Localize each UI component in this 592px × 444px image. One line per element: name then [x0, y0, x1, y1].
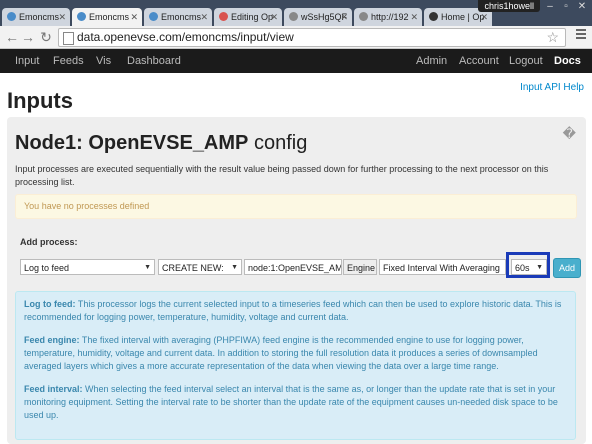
feed-engine-heading: Feed engine:	[24, 335, 80, 345]
browser-tab-label: Emoncms	[19, 12, 60, 22]
process-info-box: Log to feed: This processor logs the cur…	[15, 291, 576, 440]
browser-tab-strip: Emoncms ✕ Emoncms ✕ Emoncms ✕ Editing Op ✕ w…	[0, 0, 592, 26]
add-process-label: Add process:	[20, 237, 78, 247]
emoncms-favicon-icon	[77, 12, 86, 21]
process-intro-text: Input processes are executed sequentiall…	[15, 164, 549, 187]
close-icon[interactable]: ✕	[270, 8, 278, 26]
browser-menu-icon[interactable]	[576, 29, 586, 41]
feed-engine-text: The fixed interval with averaging (PHPFI…	[24, 335, 538, 371]
close-icon[interactable]: ✕	[200, 8, 208, 26]
browser-user-profile[interactable]: chris1howell	[478, 0, 540, 12]
interval-highlight-box	[506, 252, 550, 278]
add-process-button[interactable]: Add	[553, 258, 581, 278]
browser-tab[interactable]: Emoncms ✕	[144, 8, 212, 26]
page-icon	[63, 32, 74, 45]
close-icon[interactable]: ✕	[130, 8, 138, 26]
close-icon[interactable]: ✕	[58, 8, 66, 26]
address-bar[interactable]: data.openevse.com/emoncms/input/view ☆	[58, 28, 566, 47]
page-title: Inputs	[7, 88, 73, 113]
node-name: Node1: OpenEVSE_AMP	[15, 132, 249, 154]
emoncms-favicon-icon	[7, 12, 16, 21]
bookmark-star-icon[interactable]: ☆	[546, 29, 559, 46]
engine-label: Engine	[343, 259, 377, 275]
input-api-help-link[interactable]: Input API Help	[520, 82, 584, 93]
feed-select[interactable]: CREATE NEW: ▼	[158, 259, 242, 275]
page-favicon-icon	[429, 12, 438, 21]
page-favicon-icon	[359, 12, 368, 21]
node-config-panel: Node1: OpenEVSE_AMP config � Input proce…	[7, 117, 586, 444]
chevron-down-icon: ▼	[231, 264, 238, 271]
forward-arrow-icon[interactable]: →	[20, 28, 36, 46]
feed-engine-info: Feed engine: The fixed interval with ave…	[24, 334, 567, 373]
log-to-feed-heading: Log to feed:	[24, 299, 76, 309]
browser-tab[interactable]: wSsHg5QF ✕	[284, 8, 352, 26]
app-navbar: Input Feeds Vis Dashboard Admin Account …	[0, 49, 592, 73]
close-icon[interactable]: ✕	[340, 8, 348, 26]
feed-name-input[interactable]: node:1:OpenEVSE_AMP	[244, 259, 342, 275]
node-config-title: Node1: OpenEVSE_AMP config	[15, 132, 307, 155]
chevron-down-icon: ▼	[144, 264, 151, 271]
nav-input[interactable]: Input	[15, 49, 39, 73]
nav-docs[interactable]: Docs	[554, 49, 581, 73]
window-close-icon[interactable]: ✕	[574, 0, 590, 14]
back-arrow-icon[interactable]: ←	[4, 28, 20, 46]
browser-tab-label: Home | Op	[441, 12, 485, 22]
engine-select-value: Fixed Interval With Averaging	[383, 263, 500, 273]
maximize-icon[interactable]: ▫	[558, 0, 574, 14]
help-icon[interactable]: �	[563, 126, 576, 142]
browser-tab-label: http://192	[371, 12, 409, 22]
log-to-feed-info: Log to feed: This processor logs the cur…	[24, 298, 567, 324]
browser-tab[interactable]: Editing Op ✕	[214, 8, 282, 26]
log-to-feed-text: This processor logs the current selected…	[24, 299, 562, 322]
document-favicon-icon	[219, 12, 228, 21]
browser-tab-label: Editing Op	[231, 12, 274, 22]
browser-tab[interactable]: http://192 ✕	[354, 8, 422, 26]
node-title-suffix: config	[248, 132, 308, 154]
no-processes-alert: You have no processes defined	[15, 194, 577, 219]
nav-logout[interactable]: Logout	[509, 49, 543, 73]
feed-interval-heading: Feed interval:	[24, 384, 83, 394]
feed-interval-info: Feed interval: When selecting the feed i…	[24, 383, 567, 422]
browser-tab-label: Emoncms	[89, 12, 130, 22]
page-favicon-icon	[289, 12, 298, 21]
nav-feeds[interactable]: Feeds	[53, 49, 84, 73]
browser-tab-active[interactable]: Emoncms ✕	[72, 8, 142, 26]
browser-tab[interactable]: Emoncms ✕	[2, 8, 70, 26]
browser-toolbar: ← → ↻ data.openevse.com/emoncms/input/vi…	[0, 26, 592, 49]
process-select-value: Log to feed	[24, 263, 70, 273]
address-url[interactable]: data.openevse.com/emoncms/input/view	[77, 29, 294, 46]
minimize-icon[interactable]: –	[542, 0, 558, 14]
close-icon[interactable]: ✕	[410, 8, 418, 26]
feed-name-value: node:1:OpenEVSE_AMP	[248, 263, 342, 273]
process-select[interactable]: Log to feed ▼	[20, 259, 155, 275]
nav-dashboard[interactable]: Dashboard	[127, 49, 181, 73]
nav-vis[interactable]: Vis	[96, 49, 111, 73]
feed-select-value: CREATE NEW:	[162, 263, 224, 273]
reload-icon[interactable]: ↻	[38, 28, 54, 46]
nav-admin[interactable]: Admin	[416, 49, 447, 73]
engine-select[interactable]: Fixed Interval With Averaging	[379, 259, 506, 275]
feed-interval-text: When selecting the feed interval select …	[24, 384, 558, 420]
browser-tab-label: Emoncms	[161, 12, 202, 22]
nav-account[interactable]: Account	[459, 49, 499, 73]
emoncms-favicon-icon	[149, 12, 158, 21]
